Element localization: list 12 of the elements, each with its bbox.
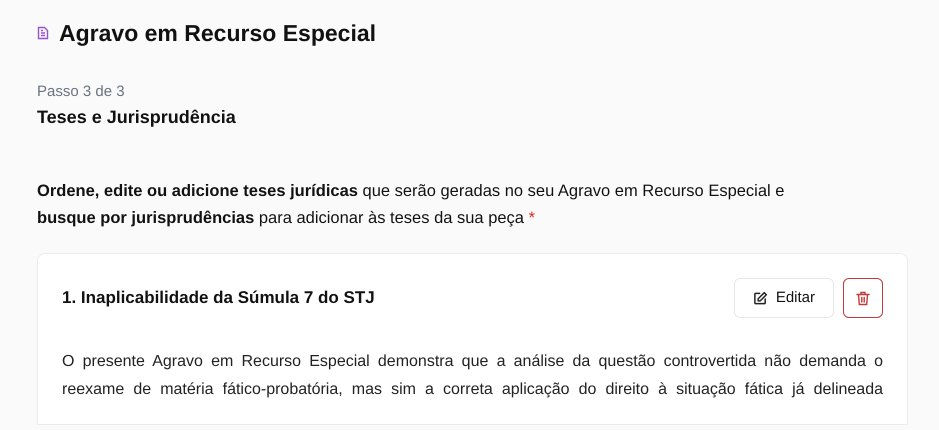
edit-icon	[752, 290, 768, 306]
trash-icon	[856, 290, 870, 306]
thesis-text-line: reexame de matéria fático-probatória, mas sim a correta aplicação do direito à situação fática já delineada	[62, 380, 883, 400]
instructions-text: Ordene, edite ou adicione teses jurídicas que serão geradas no seu Agravo em Recurso Especial e busque por jurisprudências para adicionar às teses da sua peça *	[37, 181, 786, 229]
thesis-text-line: O presente Agravo em Recurso Especial demonstra que a análise da questão controvertida não demanda o	[62, 352, 883, 372]
step-counter: Passo 3 de 3	[37, 82, 126, 102]
document-icon	[37, 26, 49, 40]
page-title: Agravo em Recurso Especial	[59, 18, 376, 48]
delete-button[interactable]	[843, 278, 883, 318]
edit-button[interactable]: Editar	[734, 278, 834, 318]
thesis-title: 1. Inaplicabilidade da Súmula 7 do STJ	[62, 287, 375, 310]
step-title: Teses e Jurisprudência	[37, 106, 237, 129]
